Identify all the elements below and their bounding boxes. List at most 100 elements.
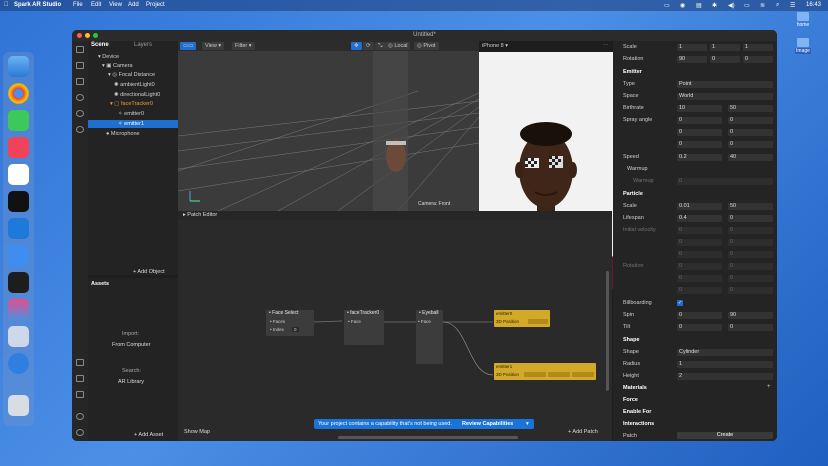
volume-icon[interactable]: ◀)	[728, 2, 735, 9]
particle-rotation-z-field[interactable]: 0	[677, 287, 722, 294]
tab-layers[interactable]: Layers	[134, 42, 152, 48]
index-value-field[interactable]: 0	[292, 327, 299, 332]
height-field[interactable]: 2	[677, 373, 773, 380]
figma-icon[interactable]	[8, 272, 29, 293]
enable-for-section[interactable]: Enable For	[623, 409, 651, 415]
velocity-z-var-field[interactable]: 0	[728, 251, 773, 258]
patch-editor[interactable]: ▸ Patch Editor • Face Select • Faces • I…	[178, 211, 612, 441]
video-icon[interactable]	[76, 62, 84, 69]
tree-item-device[interactable]: ▾ Device	[98, 54, 119, 60]
app-menu[interactable]: Spark AR Studio	[14, 2, 61, 8]
tilt-variance-field[interactable]: 0	[728, 324, 773, 331]
radius-field[interactable]: 1	[677, 361, 773, 368]
spray-x-var-field[interactable]: 0	[728, 117, 773, 124]
scale-z-field[interactable]: 1	[743, 44, 773, 51]
menu-view[interactable]: View	[109, 2, 122, 8]
app-bird-icon[interactable]	[8, 353, 29, 374]
scene-viewport[interactable]: ▭▭ View ▾ Filter ▾ ✥ ⟳ ⤡ ◎ Local ◎ Pivot…	[178, 41, 479, 211]
position-x-field[interactable]	[524, 372, 546, 377]
node-port-face[interactable]: • Face	[418, 319, 431, 324]
particle-scale-field[interactable]: 0.01	[677, 203, 722, 210]
upload-icon[interactable]	[76, 391, 84, 398]
position-y-field[interactable]	[548, 372, 570, 377]
chrome-icon[interactable]	[8, 83, 29, 104]
shape-icon[interactable]	[76, 94, 84, 101]
speed-field[interactable]: 0.2	[677, 154, 722, 161]
particle-section[interactable]: Particle	[623, 191, 643, 197]
music-icon[interactable]	[8, 137, 29, 158]
spin-field[interactable]: 0	[677, 312, 722, 319]
local-toggle[interactable]: ◎ Local	[385, 42, 411, 50]
shape-section[interactable]: Shape	[623, 337, 640, 343]
status-icon-1[interactable]: ▭	[664, 2, 670, 9]
export-icon[interactable]	[76, 359, 84, 366]
filter-dropdown[interactable]: Filter ▾	[232, 42, 255, 50]
rotation-z-field[interactable]: 0	[743, 56, 773, 63]
slack-icon[interactable]	[8, 164, 29, 185]
rotation-y-field[interactable]: 0	[710, 56, 740, 63]
wifi-icon[interactable]: ≋	[760, 2, 765, 9]
emitter1-position-node[interactable]: emitter1 3D Position	[494, 363, 596, 380]
tab-scene[interactable]: Scene	[91, 42, 109, 48]
warmup-field[interactable]: 0	[677, 178, 773, 185]
scale-y-field[interactable]: 1	[710, 44, 740, 51]
velocity-z-field[interactable]: 0	[677, 251, 722, 258]
particle-scale-variance-field[interactable]: 50	[728, 203, 773, 210]
node-port-face[interactable]: • Face	[348, 319, 361, 324]
add-object-button[interactable]: + Add Object	[133, 269, 165, 275]
spark-ar-icon[interactable]	[8, 299, 29, 320]
emitter-section[interactable]: Emitter	[623, 69, 642, 75]
create-patch-button[interactable]: Create	[677, 432, 773, 439]
lifespan-field[interactable]: 0.4	[677, 215, 722, 222]
particle-rotation-z-var-field[interactable]: 0	[728, 287, 773, 294]
billboarding-checkbox[interactable]: ✓	[677, 300, 683, 306]
position-z-field[interactable]	[572, 372, 594, 377]
add-material-icon[interactable]: +	[767, 384, 771, 390]
velocity-x-field[interactable]: 0	[677, 227, 722, 234]
menu-edit[interactable]: Edit	[91, 2, 101, 8]
help-icon[interactable]	[76, 429, 84, 436]
search-icon[interactable]: ⌕	[776, 2, 779, 9]
from-computer-button[interactable]: From Computer	[112, 342, 151, 348]
toast-chevron-icon[interactable]: ▾	[526, 419, 529, 429]
patch-h-scrollbar[interactable]	[338, 436, 518, 439]
tree-item-focal-distance[interactable]: ▾ ◎ Focal Distance	[108, 72, 155, 78]
scale-tool-icon[interactable]: ⤡	[375, 42, 386, 50]
rotate-tool-icon[interactable]: ⟳	[363, 42, 374, 50]
scale-x-field[interactable]: 1	[677, 44, 707, 51]
spray-y-field[interactable]: 0	[677, 129, 722, 136]
scene-panel-icon[interactable]	[76, 46, 84, 53]
trash-icon[interactable]	[8, 395, 29, 416]
velocity-y-var-field[interactable]: 0	[728, 239, 773, 246]
control-center-icon[interactable]: ☰	[790, 2, 795, 9]
tree-item-directional-light[interactable]: ✺ directionalLight0	[114, 92, 160, 98]
status-icon-3[interactable]: ▤	[696, 2, 702, 9]
spray-x-field[interactable]: 0	[677, 117, 722, 124]
status-icon-2[interactable]: ◉	[680, 2, 685, 9]
settings-icon[interactable]	[76, 413, 84, 420]
review-capabilities-button[interactable]: Review Capabilities	[462, 419, 513, 429]
simulator-menu-icon[interactable]: ⋯	[603, 43, 609, 49]
tree-item-microphone[interactable]: ● Microphone	[106, 131, 140, 137]
device-selector[interactable]: iPhone 8 ▾	[482, 43, 508, 49]
particle-rotation-x-var-field[interactable]: 0	[728, 263, 773, 270]
particle-rotation-y-var-field[interactable]: 0	[728, 275, 773, 282]
menu-file[interactable]: File	[73, 2, 83, 8]
desktop-image-folder[interactable]: Image	[792, 38, 814, 54]
tree-item-ambient-light[interactable]: ✺ ambientLight0	[114, 82, 155, 88]
messages-icon[interactable]	[8, 110, 29, 131]
show-map-button[interactable]: Show Map	[184, 429, 210, 435]
tree-item-emitter1[interactable]: ✧ emitter1	[118, 121, 144, 127]
speed-variance-field[interactable]: 40	[728, 154, 773, 161]
tree-item-emitter0[interactable]: ✧ emitter0	[118, 111, 144, 117]
spray-z-var-field[interactable]: 0	[728, 141, 773, 148]
spray-y-var-field[interactable]: 0	[728, 129, 773, 136]
view-dropdown[interactable]: View ▾	[202, 42, 225, 50]
position-value-field[interactable]	[528, 319, 548, 324]
clock[interactable]: 16:43	[806, 2, 821, 8]
node-port-index[interactable]: • Index	[270, 327, 284, 332]
move-tool-icon[interactable]: ✥	[351, 42, 362, 50]
birthrate-field[interactable]: 10	[677, 105, 722, 112]
tree-item-camera[interactable]: ▾ ▣ Camera	[102, 63, 133, 69]
velocity-y-field[interactable]: 0	[677, 239, 722, 246]
